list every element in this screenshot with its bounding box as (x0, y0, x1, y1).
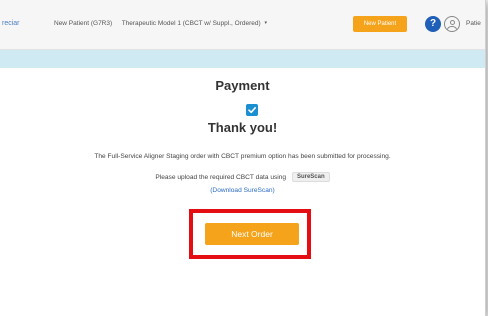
upload-text: Please upload the required CBCT data usi… (155, 173, 287, 181)
breadcrumb-patient[interactable]: New Patient (G7R3) (54, 20, 112, 27)
download-surescan-link[interactable]: (Download SureScan) (0, 187, 485, 194)
confirmation-message: The Full-Service Aligner Staging order w… (94, 153, 391, 160)
payment-confirmation-panel: Payment Thank you! The Full-Service Alig… (0, 68, 485, 316)
breadcrumb-treatment[interactable]: Therapeutic Model 1 (CBCT w/ Suppl., Ord… (122, 20, 261, 27)
app-window: reciar New Patient (G7R3) Therapeutic Mo… (0, 0, 486, 316)
new-patient-button[interactable]: New Patient (353, 16, 407, 32)
surescan-badge: SureScan (291, 172, 330, 182)
screenshot-frame: reciar New Patient (G7R3) Therapeutic Mo… (0, 0, 488, 316)
user-icon[interactable] (444, 16, 460, 32)
chevron-down-icon[interactable]: ▾ (264, 20, 267, 26)
breadcrumb: New Patient (G7R3) Therapeutic Model 1 (… (54, 20, 267, 27)
upload-instructions: Please upload the required CBCT data usi… (0, 172, 485, 182)
patient-menu-label[interactable]: Patie (466, 20, 481, 27)
thank-you-heading: Thank you! (207, 120, 278, 135)
checkbox-check-icon (246, 104, 258, 116)
brand-link[interactable]: reciar (2, 20, 20, 27)
top-navigation-bar: reciar New Patient (G7R3) Therapeutic Mo… (0, 0, 485, 50)
page-title: Payment (215, 78, 270, 93)
next-order-button[interactable]: Next Order (205, 223, 299, 245)
help-icon[interactable]: ? (425, 16, 441, 32)
info-band (0, 50, 485, 68)
